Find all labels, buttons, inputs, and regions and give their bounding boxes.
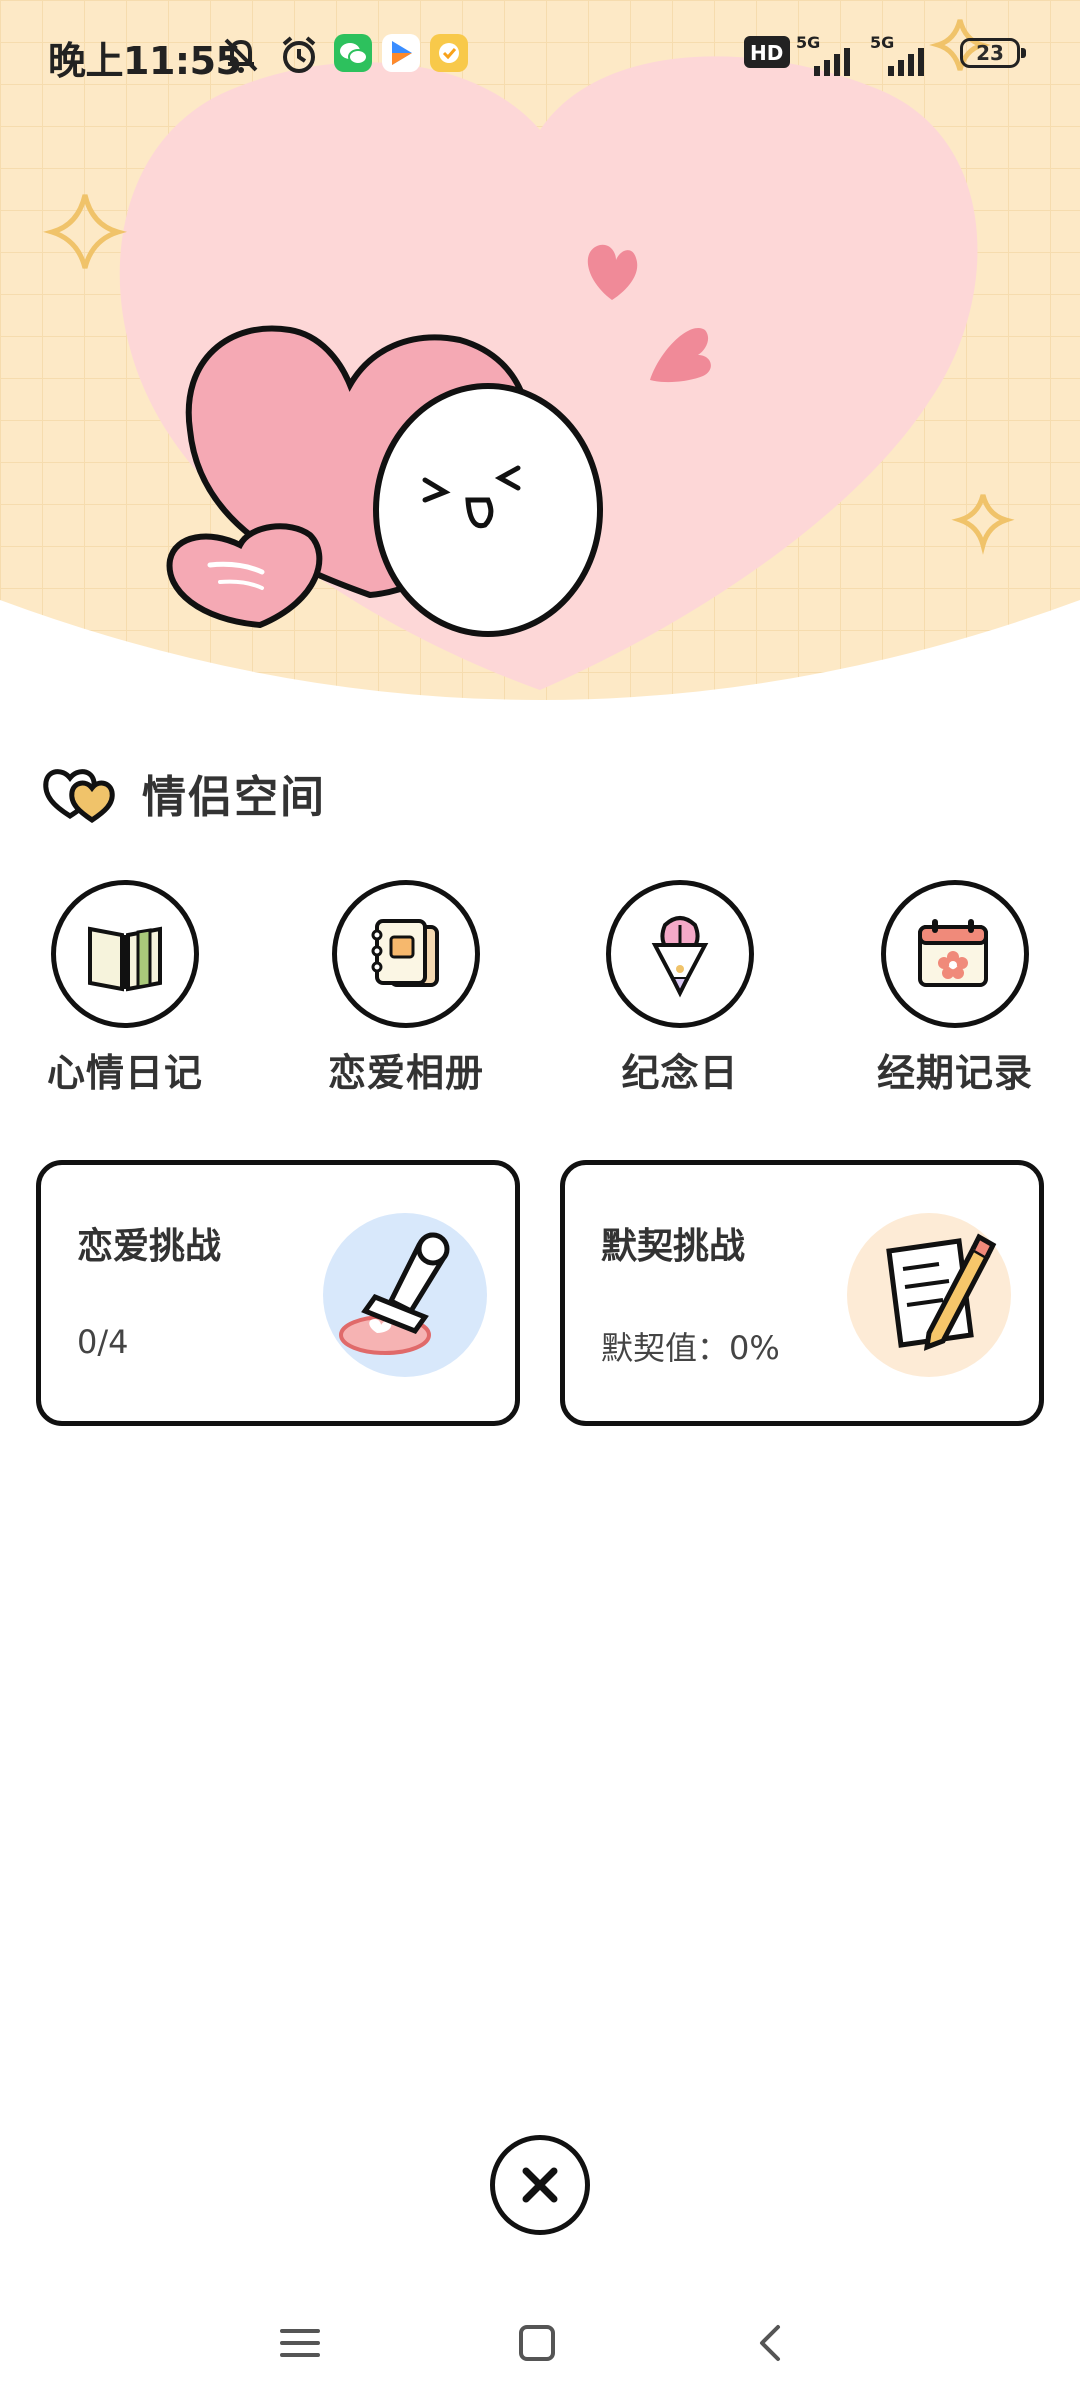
status-bar: 晚上11:55 HD 5G 5G 23 bbox=[0, 0, 1080, 110]
notepad-pencil-icon bbox=[847, 1213, 1011, 1377]
feature-icon-circle bbox=[881, 880, 1029, 1028]
feature-period-record[interactable]: 经期记录 bbox=[845, 880, 1065, 1097]
home-icon bbox=[519, 2325, 555, 2361]
feature-label: 恋爱相册 bbox=[327, 1051, 484, 1095]
card-title: 恋爱挑战 bbox=[77, 1226, 222, 1267]
signal-icon-2: 5G bbox=[870, 33, 924, 76]
system-navigation-bar bbox=[0, 2290, 1080, 2400]
nav-back-button[interactable] bbox=[732, 2308, 812, 2378]
status-time: 晚上11:55 bbox=[48, 39, 242, 83]
feature-anniversary[interactable]: 纪念日 bbox=[570, 880, 790, 1097]
hd-icon: HD bbox=[744, 36, 790, 68]
section-header: 情侣空间 bbox=[40, 760, 326, 826]
battery-indicator: 23 bbox=[960, 38, 1026, 68]
card-title: 默契挑战 bbox=[601, 1226, 746, 1267]
feature-mood-diary[interactable]: 心情日记 bbox=[15, 880, 235, 1097]
menu-icon bbox=[280, 2329, 320, 2357]
couple-space-page: 晚上11:55 HD 5G 5G 23 情侣空间 心情日记 恋爱相册 纪念日 经… bbox=[0, 0, 1080, 2400]
love-challenge-card[interactable]: 恋爱挑战 0/4 bbox=[36, 1160, 520, 1426]
wechat-icon bbox=[334, 34, 372, 72]
mute-icon bbox=[224, 38, 258, 73]
signal-icon: 5G bbox=[796, 33, 850, 76]
feature-label: 经期记录 bbox=[876, 1051, 1033, 1095]
tacit-challenge-card[interactable]: 默契挑战 默契值：0% bbox=[560, 1160, 1044, 1426]
feature-icon-circle bbox=[51, 880, 199, 1028]
flower-bouquet-icon bbox=[651, 916, 709, 998]
double-heart-icon bbox=[43, 769, 115, 824]
alarm-icon bbox=[282, 36, 316, 73]
section-title: 情侣空间 bbox=[142, 772, 326, 823]
close-icon bbox=[522, 2167, 558, 2203]
calendar-flower-icon bbox=[918, 919, 988, 987]
feature-label: 心情日记 bbox=[46, 1051, 203, 1095]
nav-menu-button[interactable] bbox=[260, 2308, 340, 2378]
video-app-icon bbox=[382, 34, 420, 72]
app-notification-icon bbox=[430, 34, 468, 72]
nav-home-button[interactable] bbox=[497, 2308, 577, 2378]
back-icon bbox=[760, 2325, 780, 2361]
feature-love-album[interactable]: 恋爱相册 bbox=[296, 880, 516, 1097]
feature-icon-circle bbox=[332, 880, 480, 1028]
network-type-left: 5G bbox=[796, 33, 820, 52]
close-button[interactable] bbox=[490, 2135, 590, 2235]
stamp-icon bbox=[323, 1213, 487, 1377]
photo-album-icon bbox=[371, 919, 439, 987]
hd-label: HD bbox=[750, 41, 783, 65]
card-progress: 0/4 bbox=[77, 1323, 129, 1361]
feature-icon-circle bbox=[606, 880, 754, 1028]
feature-label: 纪念日 bbox=[621, 1051, 739, 1095]
network-type-right: 5G bbox=[870, 33, 894, 52]
diary-book-icon bbox=[88, 926, 162, 992]
card-progress: 默契值：0% bbox=[601, 1329, 780, 1367]
